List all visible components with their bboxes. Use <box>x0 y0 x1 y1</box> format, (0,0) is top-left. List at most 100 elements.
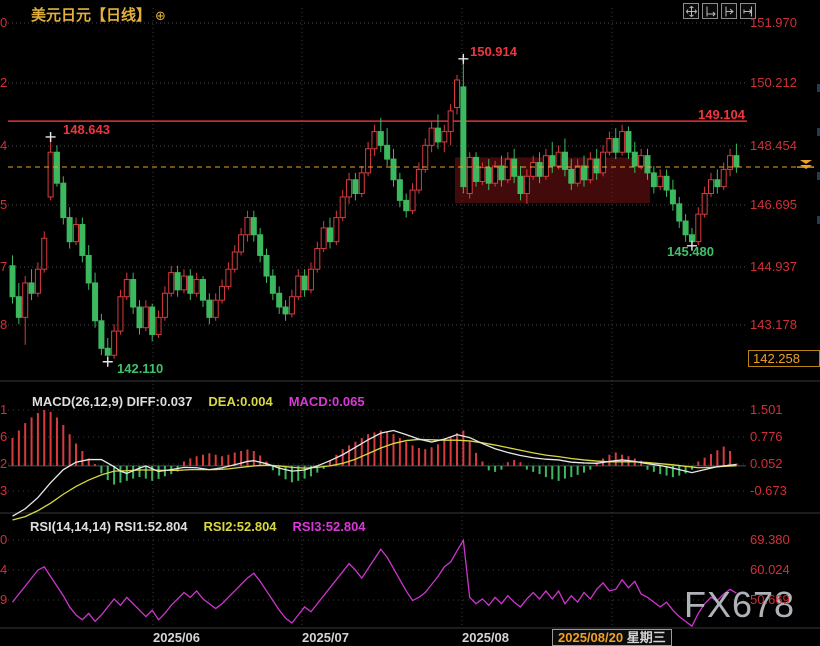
candle-body <box>35 269 40 293</box>
candle-body <box>131 280 136 308</box>
rsi3-value: RSI3:52.804 <box>293 519 366 534</box>
candle-body <box>467 157 472 193</box>
y-axis-label: -0.673 <box>750 483 787 499</box>
candle-body <box>201 280 206 301</box>
candle-body <box>112 331 117 355</box>
candle-body <box>410 190 415 211</box>
candle-body <box>226 269 231 286</box>
candle-body <box>74 224 79 241</box>
candle-body <box>505 159 510 180</box>
y-axis-label: 143.178 <box>750 317 797 333</box>
candle-body <box>664 176 669 190</box>
y-axis-label: 0.776 <box>750 429 783 445</box>
y-axis-clipped-label: 2 <box>0 456 7 472</box>
pan-icon[interactable] <box>683 3 699 19</box>
candle-body <box>156 317 161 334</box>
candle-body <box>721 169 726 186</box>
candle-body <box>42 238 47 269</box>
add-indicator-icon[interactable]: ⊕ <box>155 8 166 23</box>
candle-body <box>486 168 491 183</box>
candle-body <box>315 249 320 270</box>
period-tag: 【日线】 <box>91 7 151 24</box>
annotation-low-145480: 145.480 <box>667 244 714 259</box>
candle-body <box>143 307 148 328</box>
candle-body <box>639 156 644 166</box>
x-axis-label-june: 2025/06 <box>153 630 200 645</box>
y-axis-clipped-label: 3 <box>0 483 7 499</box>
annotation-low-142110: 142.110 <box>117 361 163 376</box>
y-axis-label: 144.937 <box>750 259 797 275</box>
candle-body <box>448 111 453 132</box>
candle-body <box>232 252 237 269</box>
candle-body <box>582 166 587 180</box>
y-axis-clipped-label: 6 <box>0 429 7 445</box>
rsi-params-rsi1-value: RSI(14,14,14) RSI1:52.804 <box>30 519 188 534</box>
candle-body <box>359 173 364 194</box>
candle-body <box>194 280 199 294</box>
candle-body <box>709 180 714 194</box>
extreme-cross-marker <box>46 132 56 142</box>
candle-body <box>105 348 110 355</box>
y-axis-clipped-label: 0 <box>0 15 7 31</box>
chart-canvas[interactable] <box>0 0 820 646</box>
candle-body <box>645 156 650 173</box>
current-date-label: 2025/08/20 <box>558 630 623 645</box>
candle-body <box>277 293 282 307</box>
candle-body <box>423 145 428 169</box>
vertical-gridlines <box>153 8 612 628</box>
candle-body <box>575 166 580 183</box>
candle-body <box>442 132 447 142</box>
candle-body <box>264 255 269 276</box>
candle-body <box>588 159 593 180</box>
candles-layer <box>10 59 739 362</box>
min-price-box: 142.258 <box>748 350 820 367</box>
y-axis-clipped-label: 5 <box>0 197 7 213</box>
candle-body <box>397 180 402 201</box>
candle-body <box>518 176 523 193</box>
annotation-high-150914: 150.914 <box>470 44 517 59</box>
candle-body <box>220 286 225 300</box>
x-axis-shift-icon[interactable] <box>721 3 737 19</box>
candle-body <box>29 283 34 293</box>
candle-body <box>670 190 675 204</box>
chart-toolbar <box>683 3 756 19</box>
candle-body <box>435 128 440 142</box>
macd-header: MACD(26,12,9) DIFF:0.037DEA:0.004MACD:0.… <box>32 394 381 409</box>
candle-body <box>23 283 28 317</box>
candle-body <box>499 166 504 180</box>
candle-body <box>169 273 174 294</box>
candle-body <box>321 228 326 249</box>
annotation-high-148643: 148.643 <box>63 122 110 137</box>
candle-body <box>296 276 301 297</box>
candle-body <box>347 180 352 197</box>
y-axis-label: 150.212 <box>750 75 797 91</box>
candle-body <box>461 87 466 187</box>
candle-body <box>162 293 167 317</box>
candle-body <box>689 235 694 242</box>
candle-body <box>118 297 123 331</box>
candle-body <box>734 156 739 167</box>
y-axis-label: 148.454 <box>750 138 797 154</box>
candle-body <box>607 138 612 152</box>
candle-body <box>512 159 517 176</box>
candle-body <box>620 132 625 153</box>
y-axis-clipped-label: 4 <box>0 138 7 154</box>
y-axis-clipped-label: 9 <box>0 592 7 608</box>
candle-body <box>480 168 485 182</box>
candle-body <box>54 152 59 183</box>
current-weekday-label: 星期三 <box>627 630 666 645</box>
candle-body <box>455 80 460 108</box>
candle-body <box>86 255 91 283</box>
candle-body <box>67 218 72 242</box>
candle-body <box>283 307 288 314</box>
candle-body <box>378 132 383 146</box>
candle-body <box>556 152 561 166</box>
candle-body <box>270 276 275 293</box>
candle-body <box>658 176 663 186</box>
candle-body <box>289 297 294 314</box>
candle-body <box>683 221 688 235</box>
candle-body <box>340 197 345 218</box>
y-axis-label: 1.501 <box>750 402 783 418</box>
candle-body <box>99 321 104 349</box>
x-axis-scale-icon[interactable] <box>702 3 718 19</box>
